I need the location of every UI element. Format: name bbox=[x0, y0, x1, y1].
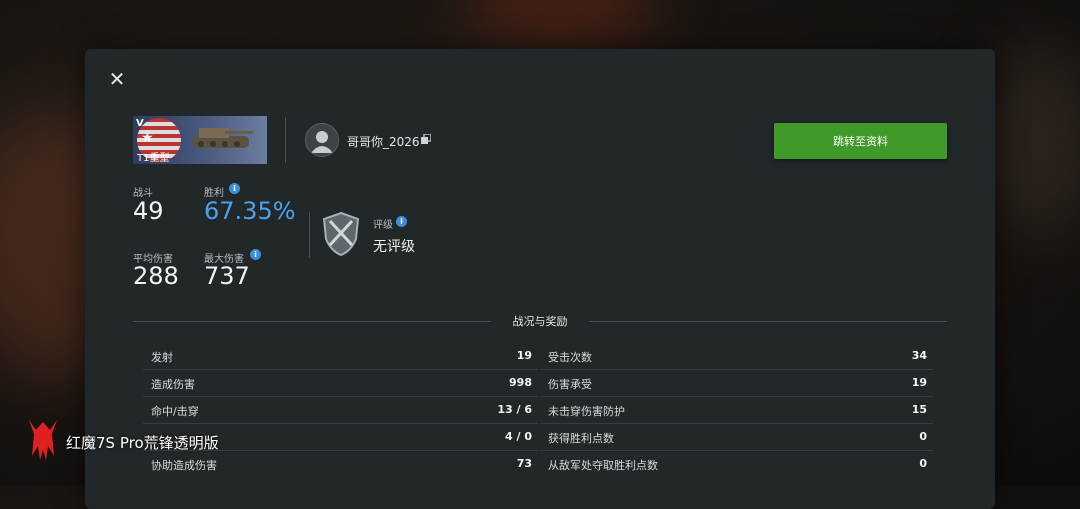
goto-profile-button[interactable]: 跳转至资料 bbox=[774, 123, 947, 159]
row-label: 受击次数 bbox=[548, 351, 592, 364]
row-value: 19 bbox=[911, 376, 927, 389]
row-label: 协助造成伤害 bbox=[151, 459, 217, 472]
background-blur bbox=[980, 40, 1080, 240]
row-value: 998 bbox=[509, 376, 532, 389]
row-value: 34 bbox=[911, 349, 927, 362]
rating-label: 评级 bbox=[373, 220, 393, 231]
section-title: 战况与奖励 bbox=[512, 315, 568, 328]
avg-damage-value: 288 bbox=[133, 262, 179, 290]
row-label: 命中/击穿 bbox=[151, 405, 199, 418]
divider bbox=[309, 212, 310, 258]
row-label: 发射 bbox=[151, 351, 173, 364]
row-label: 未击穿伤害防护 bbox=[548, 405, 625, 418]
watermark-text: 红魔7S Pro荒锋透明版 bbox=[66, 434, 219, 452]
avatar-icon[interactable] bbox=[305, 123, 339, 157]
close-icon[interactable]: ✕ bbox=[107, 69, 127, 89]
table-row: 命中/击穿 13 / 6 bbox=[143, 396, 538, 424]
row-value: 15 bbox=[911, 403, 927, 416]
info-icon[interactable]: i bbox=[396, 216, 407, 227]
table-row: 获得胜利点数 0 bbox=[540, 423, 933, 451]
shield-rating-icon bbox=[322, 211, 360, 257]
star-icon: ★ bbox=[141, 130, 154, 146]
row-label: 从敌军处夺取胜利点数 bbox=[548, 459, 658, 472]
row-value: 73 bbox=[516, 457, 532, 470]
table-row: 协助造成伤害 73 bbox=[143, 450, 538, 477]
row-value: 0 bbox=[919, 457, 927, 470]
row-value: 13 / 6 bbox=[497, 403, 532, 416]
divider bbox=[285, 117, 286, 163]
tank-name: T1重型 bbox=[137, 153, 170, 164]
table-row: 发射 19 bbox=[143, 342, 538, 370]
copy-icon[interactable] bbox=[421, 134, 431, 144]
row-value: 0 bbox=[919, 430, 927, 443]
row-value: 19 bbox=[516, 349, 532, 362]
table-row: 受击次数 34 bbox=[540, 342, 933, 370]
tank-card: ★ Ⅴ T1重型 bbox=[133, 116, 267, 164]
info-icon[interactable]: i bbox=[229, 183, 240, 194]
tank-image bbox=[193, 128, 253, 148]
table-row: 造成伤害 998 bbox=[143, 369, 538, 397]
winrate-value: 67.35% bbox=[204, 197, 296, 225]
max-damage-value: 737 bbox=[204, 262, 250, 290]
info-icon[interactable]: i bbox=[250, 249, 261, 260]
tank-tier: Ⅴ bbox=[136, 118, 144, 129]
battle-stats-dialog: ✕ ★ Ⅴ T1重型 哥哥你_2026 跳转至资料 战斗 49 胜利 i 67.… bbox=[85, 49, 995, 509]
table-row: 伤害承受 19 bbox=[540, 369, 933, 397]
player-username: 哥哥你_2026 bbox=[347, 135, 420, 149]
red-magic-logo-icon bbox=[29, 420, 57, 460]
row-label: 伤害承受 bbox=[548, 378, 592, 391]
row-label: 造成伤害 bbox=[151, 378, 195, 391]
table-row: 从敌军处夺取胜利点数 0 bbox=[540, 450, 933, 477]
row-label: 获得胜利点数 bbox=[548, 432, 614, 445]
battles-value: 49 bbox=[133, 197, 164, 225]
row-value: 4 / 0 bbox=[505, 430, 532, 443]
background-blur bbox=[460, 0, 660, 50]
table-row: 未击穿伤害防护 15 bbox=[540, 396, 933, 424]
rating-value: 无评级 bbox=[373, 239, 415, 255]
